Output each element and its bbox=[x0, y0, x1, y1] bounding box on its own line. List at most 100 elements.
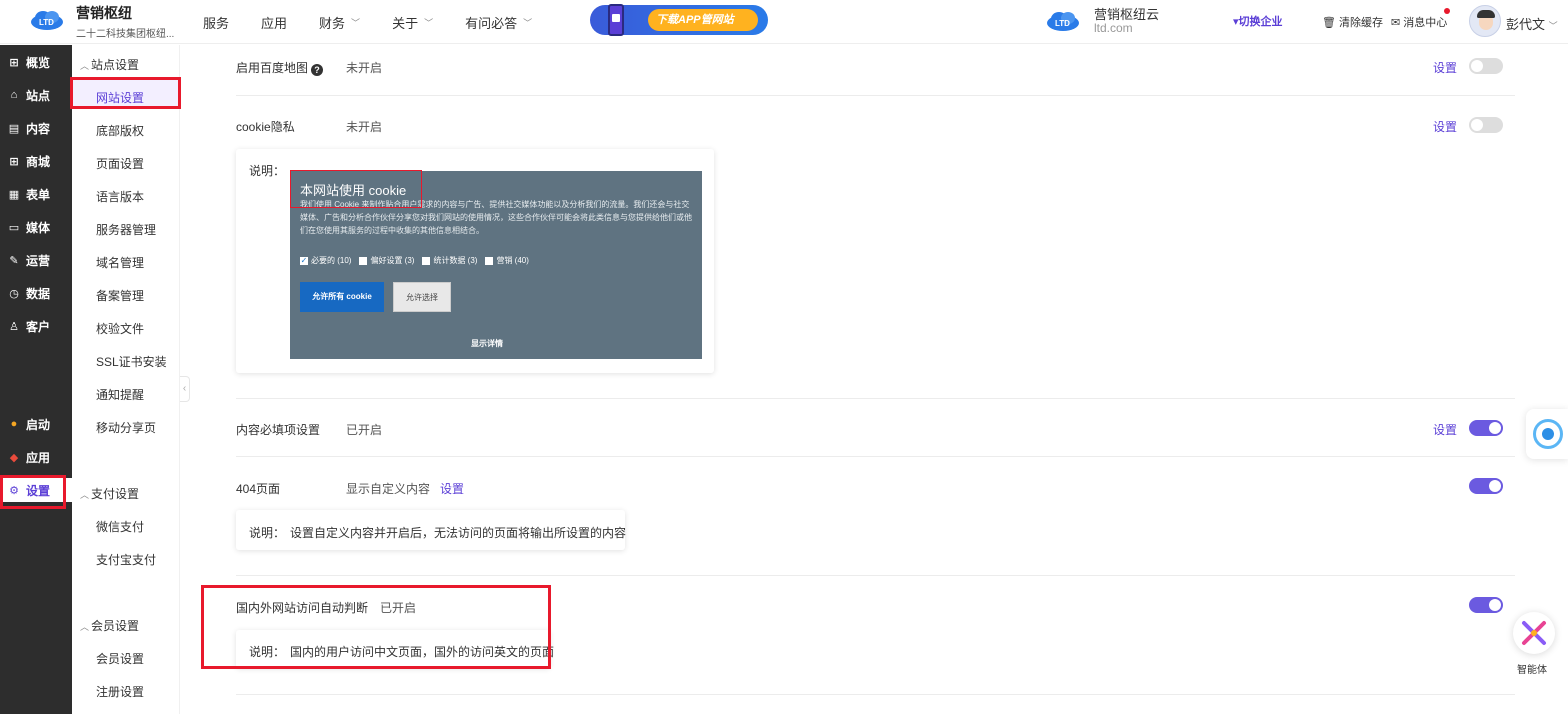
note-label: 说明： bbox=[249, 164, 286, 178]
page-404-status: 显示自定义内容 bbox=[346, 482, 431, 496]
check-label: 必要的 (10) bbox=[311, 256, 352, 265]
shop-icon: ⊞ bbox=[9, 56, 19, 69]
page-404-label: 404页面 bbox=[236, 482, 281, 496]
sub-group-pay[interactable]: ︿ 支付设置 bbox=[80, 485, 139, 502]
sub-item-footer-copyright[interactable]: 底部版权 bbox=[96, 122, 144, 139]
brand-subtitle: 二十二科技集团枢纽... bbox=[76, 29, 175, 40]
sub-item-alipay[interactable]: 支付宝支付 bbox=[96, 551, 156, 568]
cookie-toggle[interactable] bbox=[1469, 117, 1503, 133]
cookie-row-label: cookie隐私 bbox=[236, 120, 295, 134]
page-404-settings-link[interactable]: 设置 bbox=[440, 480, 464, 497]
sidebar-item-operation[interactable]: ✎ 运营 bbox=[0, 248, 72, 272]
divider bbox=[236, 398, 1515, 399]
sub-item-wechat-pay[interactable]: 微信支付 bbox=[96, 518, 144, 535]
highlight-box bbox=[201, 585, 551, 669]
checkbox-checked-icon: ✓ bbox=[300, 255, 308, 265]
launch-icon: ● bbox=[10, 418, 18, 430]
chevron-left-icon: ‹ bbox=[182, 383, 187, 394]
sub-item-register-settings[interactable]: 注册设置 bbox=[96, 683, 144, 700]
sidebar-item-launch[interactable]: ● 启动 bbox=[0, 412, 72, 436]
note-label: 说明： bbox=[249, 526, 286, 540]
sub-item-verify-file[interactable]: 校验文件 bbox=[96, 320, 144, 337]
customer-service-button[interactable] bbox=[1526, 409, 1568, 459]
sidebar-item-overview[interactable]: ⊞ 概览 bbox=[0, 50, 72, 74]
avatar[interactable] bbox=[1469, 5, 1501, 37]
chevron-up-icon: ︿ bbox=[80, 490, 90, 500]
sidebar-item-media[interactable]: ▭ 媒体 bbox=[0, 215, 72, 239]
nav-apps-label: 应用 bbox=[261, 16, 288, 31]
required-fields-toggle[interactable] bbox=[1469, 420, 1503, 436]
required-fields-label: 内容必填项设置 bbox=[236, 423, 321, 437]
download-app-banner[interactable]: 下载APP管网站 bbox=[590, 4, 768, 36]
rocket-icon: ✎ bbox=[9, 254, 19, 267]
note-text: 设置自定义内容并开启后，无法访问的页面将输出所设置的内容 bbox=[290, 526, 627, 540]
sidebar-item-data[interactable]: ◷ 数据 bbox=[0, 281, 72, 305]
collapse-sidebar-button[interactable]: ‹ bbox=[180, 376, 190, 402]
baidu-map-settings-link[interactable]: 设置 bbox=[1433, 59, 1457, 76]
sub-item-member-settings[interactable]: 会员设置 bbox=[96, 650, 144, 667]
nav-about[interactable]: 关于 ﹀ bbox=[392, 13, 433, 32]
clear-cache-button[interactable]: 🗑 清除缓存 bbox=[1322, 14, 1383, 30]
top-nav: 服务 应用 财务 ﹀ 关于 ﹀ 有问必答 ﹀ bbox=[203, 13, 564, 32]
nav-faq[interactable]: 有问必答 ﹀ bbox=[465, 13, 532, 32]
divider bbox=[236, 694, 1515, 695]
cookie-check-necessary: ✓ 必要的 (10) bbox=[300, 255, 351, 266]
message-center-button[interactable]: ✉ 消息中心 bbox=[1391, 14, 1447, 30]
sub-group-label: 站点设置 bbox=[91, 58, 140, 72]
geo-redirect-toggle[interactable] bbox=[1469, 597, 1503, 613]
phone-icon bbox=[608, 4, 624, 36]
sidebar-item-label: 数据 bbox=[26, 286, 51, 301]
chevron-down-icon: ﹀ bbox=[523, 18, 533, 28]
divider bbox=[236, 456, 1515, 457]
home-icon: ⌂ bbox=[10, 89, 18, 101]
nav-finance-label: 财务 bbox=[319, 16, 346, 31]
required-fields-settings-link[interactable]: 设置 bbox=[1433, 421, 1457, 438]
nav-service[interactable]: 服务 bbox=[203, 13, 229, 32]
sidebar-item-apps[interactable]: ◆ 应用 bbox=[0, 445, 72, 469]
trash-icon: 🗑 bbox=[1322, 17, 1336, 29]
chevron-up-icon: ︿ bbox=[80, 622, 90, 632]
cloud-logo-icon[interactable]: LTD bbox=[30, 9, 64, 31]
check-label: 统计数据 (3) bbox=[433, 256, 478, 265]
nav-finance[interactable]: 财务 ﹀ bbox=[319, 13, 360, 32]
sub-item-language[interactable]: 语言版本 bbox=[96, 188, 144, 205]
baidu-map-toggle[interactable] bbox=[1469, 58, 1503, 74]
sidebar-item-customer[interactable]: ♙ 客户 bbox=[0, 314, 72, 338]
cookie-preview-show-details: 显示详情 bbox=[471, 339, 503, 348]
top-bar: LTD 营销枢纽 二十二科技集团枢纽... 服务 应用 财务 ﹀ 关于 ﹀ 有问必答… bbox=[0, 0, 1568, 44]
enterprise-domain: ltd.com bbox=[1094, 21, 1133, 35]
help-icon[interactable]: ? bbox=[311, 64, 324, 76]
ai-agent-button[interactable] bbox=[1513, 612, 1555, 654]
svg-text:LTD: LTD bbox=[1055, 19, 1070, 28]
sidebar-item-label: 内容 bbox=[26, 121, 51, 136]
sub-item-server[interactable]: 服务器管理 bbox=[96, 221, 156, 238]
sidebar-item-content[interactable]: ▤ 内容 bbox=[0, 116, 72, 140]
sub-item-ssl[interactable]: SSL证书安装 bbox=[96, 353, 167, 370]
sidebar-item-label: 商城 bbox=[26, 154, 51, 169]
sub-item-domain[interactable]: 域名管理 bbox=[96, 254, 144, 271]
sidebar-item-form[interactable]: ▦ 表单 bbox=[0, 182, 72, 206]
sub-item-notify[interactable]: 通知提醒 bbox=[96, 386, 144, 403]
page-404-toggle[interactable] bbox=[1469, 478, 1503, 494]
nav-apps[interactable]: 应用 bbox=[261, 13, 287, 32]
sidebar-item-label: 运营 bbox=[26, 253, 51, 268]
sub-group-member[interactable]: ︿ 会员设置 bbox=[80, 617, 139, 634]
chevron-down-icon: ﹀ bbox=[1548, 21, 1558, 31]
cookie-preview-allow-selected: 允许选择 bbox=[393, 282, 451, 312]
brand[interactable]: 营销枢纽 二十二科技集团枢纽... bbox=[76, 3, 174, 40]
switch-enterprise-button[interactable]: ▾切换企业 bbox=[1233, 13, 1283, 29]
headset-icon bbox=[1533, 419, 1563, 449]
cookie-preview-checks: ✓ 必要的 (10) 偏好设置 (3) 统计数据 (3) 营销 (40) bbox=[300, 255, 537, 266]
user-name[interactable]: 彭代文 ﹀ bbox=[1506, 14, 1558, 33]
sub-item-page-settings[interactable]: 页面设置 bbox=[96, 155, 144, 172]
page-404-note-box: 说明： 设置自定义内容并开启后，无法访问的页面将输出所设置的内容 bbox=[236, 510, 627, 550]
sidebar-item-site[interactable]: ⌂ 站点 bbox=[0, 83, 72, 107]
sidebar-item-mall[interactable]: ⊞ 商城 bbox=[0, 149, 72, 173]
sub-group-site[interactable]: ︿ 站点设置 bbox=[80, 56, 139, 73]
checkbox-icon bbox=[422, 256, 431, 265]
sub-item-mobile-share[interactable]: 移动分享页 bbox=[96, 419, 156, 436]
sub-item-icp[interactable]: 备案管理 bbox=[96, 287, 144, 304]
cookie-check-statistics: 统计数据 (3) bbox=[422, 255, 477, 266]
brand-title: 营销枢纽 bbox=[76, 5, 132, 21]
cookie-settings-link[interactable]: 设置 bbox=[1433, 118, 1457, 135]
